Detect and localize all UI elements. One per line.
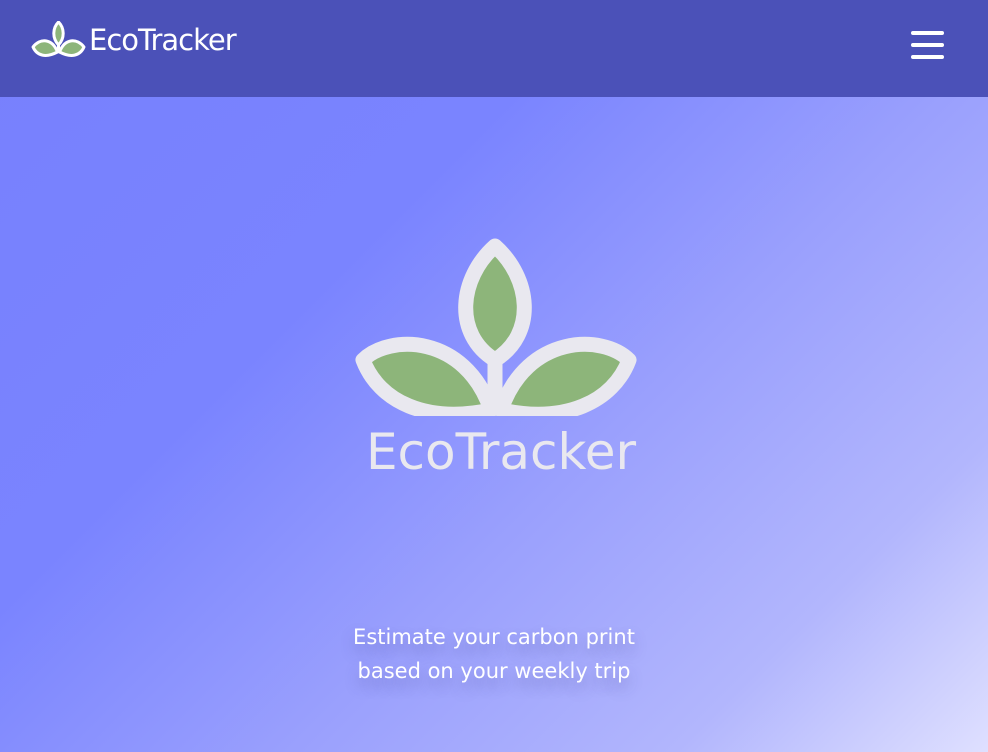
hamburger-menu-icon [911, 43, 944, 47]
tagline-line-2: based on your weekly trip [357, 659, 631, 683]
brand-home-link[interactable]: EcoTracker [31, 20, 237, 60]
brand-name: EcoTracker [89, 23, 237, 57]
leaves-icon [31, 21, 86, 57]
hero-logo-text: EcoTracker [365, 423, 637, 481]
hamburger-menu-icon [911, 55, 944, 59]
top-navbar: EcoTracker [0, 0, 988, 97]
tagline-line-1: Estimate your carbon print [353, 625, 635, 649]
hamburger-menu-button[interactable] [911, 30, 945, 60]
hero-tagline: Estimate your carbon print based on your… [294, 620, 694, 688]
leaves-icon [355, 238, 637, 416]
hamburger-menu-icon [911, 31, 944, 35]
hero-logo: EcoTracker [355, 238, 637, 482]
